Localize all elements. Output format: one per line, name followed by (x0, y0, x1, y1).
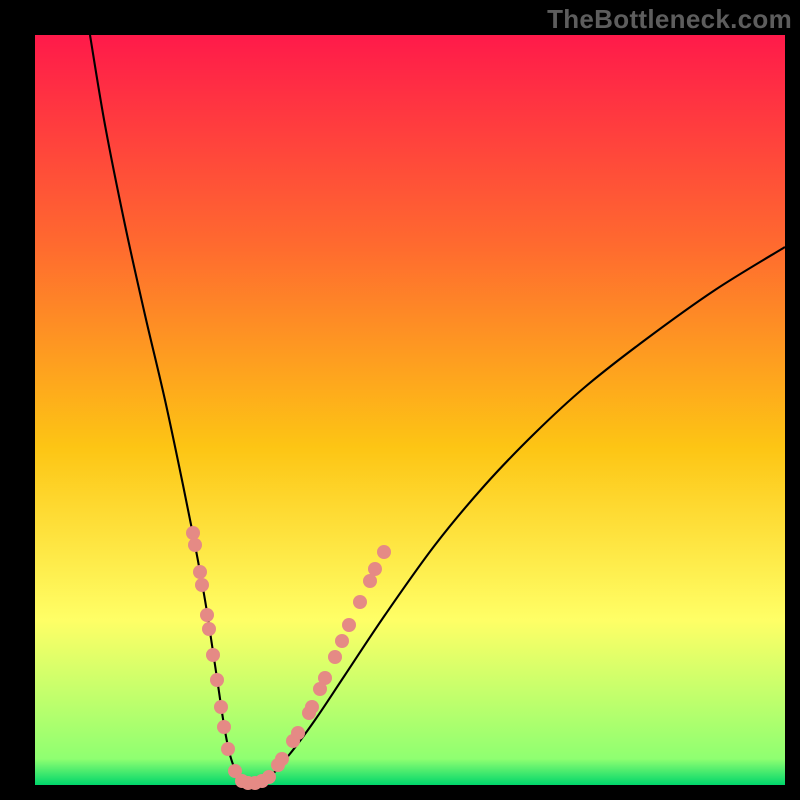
data-marker (335, 634, 349, 648)
data-marker (217, 720, 231, 734)
data-marker (377, 545, 391, 559)
data-marker (186, 526, 200, 540)
data-marker (342, 618, 356, 632)
data-marker (193, 565, 207, 579)
watermark-text: TheBottleneck.com (547, 4, 792, 35)
data-marker (318, 671, 332, 685)
data-marker (188, 538, 202, 552)
data-marker (202, 622, 216, 636)
data-marker (214, 700, 228, 714)
data-marker (275, 752, 289, 766)
data-marker (262, 770, 276, 784)
outer-frame: TheBottleneck.com (0, 0, 800, 800)
chart-svg (35, 35, 785, 785)
data-marker (210, 673, 224, 687)
data-marker (363, 574, 377, 588)
data-marker (221, 742, 235, 756)
data-marker (195, 578, 209, 592)
data-marker (353, 595, 367, 609)
data-marker (206, 648, 220, 662)
data-marker (368, 562, 382, 576)
data-marker (328, 650, 342, 664)
marker-group (186, 526, 391, 790)
bottleneck-curve (90, 35, 785, 784)
data-marker (200, 608, 214, 622)
data-marker (305, 700, 319, 714)
data-marker (291, 726, 305, 740)
plot-area (35, 35, 785, 785)
